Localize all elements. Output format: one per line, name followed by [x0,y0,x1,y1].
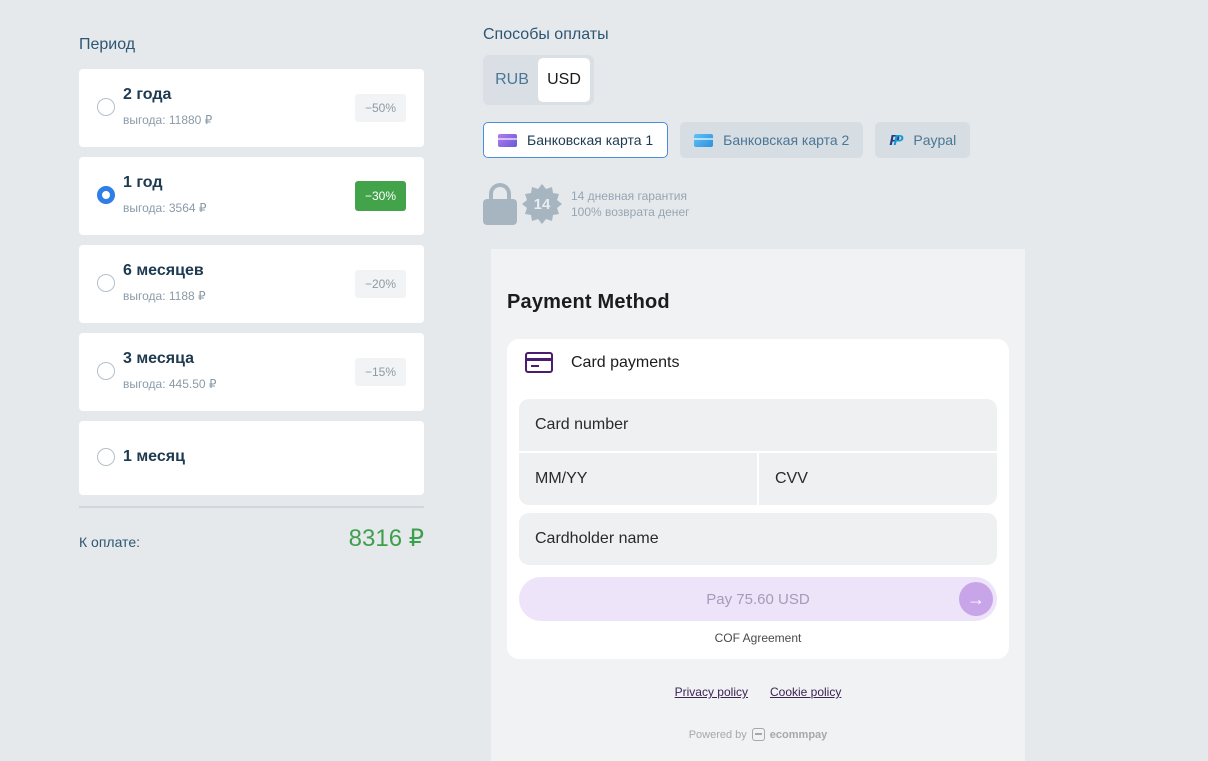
plan-name: 3 месяца [123,350,195,367]
card-payments-header: Card payments [525,352,680,373]
payment-method-list: Банковская карта 1 Банковская карта 2 PP… [483,122,1043,158]
pay-button[interactable]: Pay 75.60 USD → [519,577,997,621]
period-title: Период [79,36,136,53]
plan-option-1-year[interactable]: 1 год выгода: 3564 ₽ −30% [79,157,424,235]
discount-badge: −20% [355,270,406,298]
credit-card-icon [525,352,553,373]
plan-savings: выгода: 11880 ₽ [123,113,213,127]
discount-badge: −30% [355,181,406,211]
card-number-input[interactable]: Card number [519,399,997,451]
plan-savings: выгода: 445.50 ₽ [123,377,217,391]
plan-option-1-month[interactable]: 1 месяц [79,421,424,495]
plan-option-2-years[interactable]: 2 года выгода: 11880 ₽ −50% [79,69,424,147]
method-label: Банковская карта 2 [723,132,850,148]
guarantee-text: 14 дневная гарантия 100% возврата денег [571,188,690,220]
currency-tab-usd[interactable]: USD [538,58,590,102]
guarantee-line-2: 100% возврата денег [571,205,690,219]
payment-methods-section: Способы оплаты RUB USD Банковская карта … [483,24,1043,225]
guarantee-block: 14 14 дневная гарантия 100% возврата ден… [483,183,1043,225]
method-label: Paypal [913,132,957,148]
cardholder-name-input[interactable]: Cardholder name [519,513,997,565]
payment-method-title: Payment Method [507,291,670,313]
radio-button[interactable] [97,362,115,380]
pay-button-label: Pay 75.60 USD [706,590,810,608]
total-amount: 8316 ₽ [348,525,424,552]
radio-button-selected[interactable] [97,186,115,204]
discount-badge: −15% [355,358,406,386]
cof-agreement-link[interactable]: COF Agreement [507,631,1009,645]
payment-widget: Payment Method Card payments Card number… [491,249,1025,761]
payment-methods-title: Способы оплаты [483,26,609,43]
method-paypal[interactable]: PP Paypal [875,122,971,158]
plan-name: 6 месяцев [123,262,204,279]
plan-savings: выгода: 1188 ₽ [123,289,206,303]
method-label: Банковская карта 1 [527,132,654,148]
total-label: К оплате: [79,534,140,550]
guarantee-line-1: 14 дневная гарантия [571,189,687,203]
paypal-icon: PP [889,131,904,149]
plan-name: 1 месяц [123,448,185,465]
total-row: К оплате: 8316 ₽ [79,508,424,558]
card-blue-icon [694,133,714,147]
currency-switch: RUB USD [483,55,594,105]
currency-tab-rub[interactable]: RUB [486,58,538,102]
plan-option-3-months[interactable]: 3 месяца выгода: 445.50 ₽ −15% [79,333,424,411]
seal-number: 14 [533,195,551,213]
cookie-policy-link[interactable]: Cookie policy [770,685,841,699]
method-bank-card-1[interactable]: Банковская карта 1 [483,122,669,158]
policy-links: Privacy policy Cookie policy [491,685,1025,699]
powered-by-label: Powered by [688,728,747,741]
ecommpay-logo-icon [751,728,765,741]
card-payments-label: Card payments [571,353,680,371]
radio-button[interactable] [97,448,115,466]
guarantee-seal-icon: 14 [521,183,563,225]
card-payment-form: Card payments Card number MM/YY CVV Card… [507,339,1009,659]
plan-name: 2 года [123,86,172,103]
expiry-input[interactable]: MM/YY [519,453,757,505]
radio-button[interactable] [97,274,115,292]
method-bank-card-2[interactable]: Банковская карта 2 [680,122,864,158]
arrow-right-icon: → [959,582,993,616]
lock-icon [483,183,517,225]
discount-badge: −50% [355,94,406,122]
card-violet-icon [498,133,517,147]
period-section: Период 2 года выгода: 11880 ₽ −50% 1 год… [79,34,424,558]
plan-savings: выгода: 3564 ₽ [123,201,207,215]
plan-list: 2 года выгода: 11880 ₽ −50% 1 год выгода… [79,69,424,495]
ecommpay-brand: ecommpay [769,728,828,741]
plan-name: 1 год [123,174,163,191]
privacy-policy-link[interactable]: Privacy policy [675,685,748,699]
powered-by: Powered by ecommpay [491,728,1025,741]
radio-button[interactable] [97,98,115,116]
plan-option-6-months[interactable]: 6 месяцев выгода: 1188 ₽ −20% [79,245,424,323]
cvv-input[interactable]: CVV [759,453,997,505]
